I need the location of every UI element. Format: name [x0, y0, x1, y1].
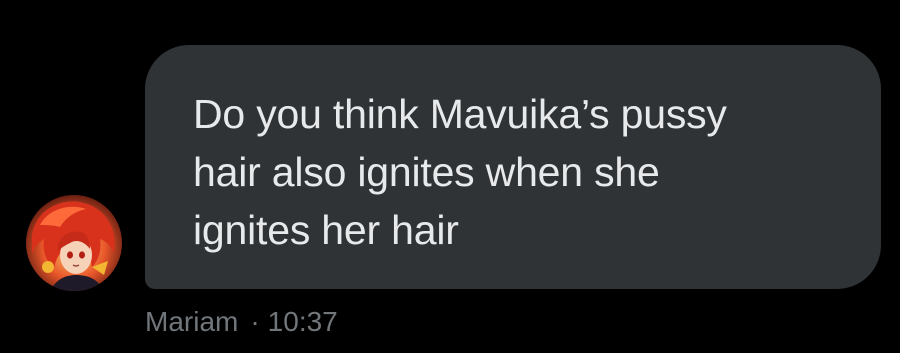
message-meta: Mariam · 10:37 — [145, 304, 338, 340]
meta-separator: · — [250, 306, 260, 337]
message-row: Do you think Mavuika’s pussy hair also i… — [0, 0, 900, 353]
sender-avatar[interactable] — [26, 195, 122, 291]
message-text: Do you think Mavuika’s pussy hair also i… — [193, 91, 727, 253]
anime-avatar-icon — [26, 195, 122, 291]
sender-name: Mariam — [145, 306, 239, 337]
message-bubble[interactable]: Do you think Mavuika’s pussy hair also i… — [145, 45, 881, 289]
message-timestamp: 10:37 — [267, 306, 338, 337]
